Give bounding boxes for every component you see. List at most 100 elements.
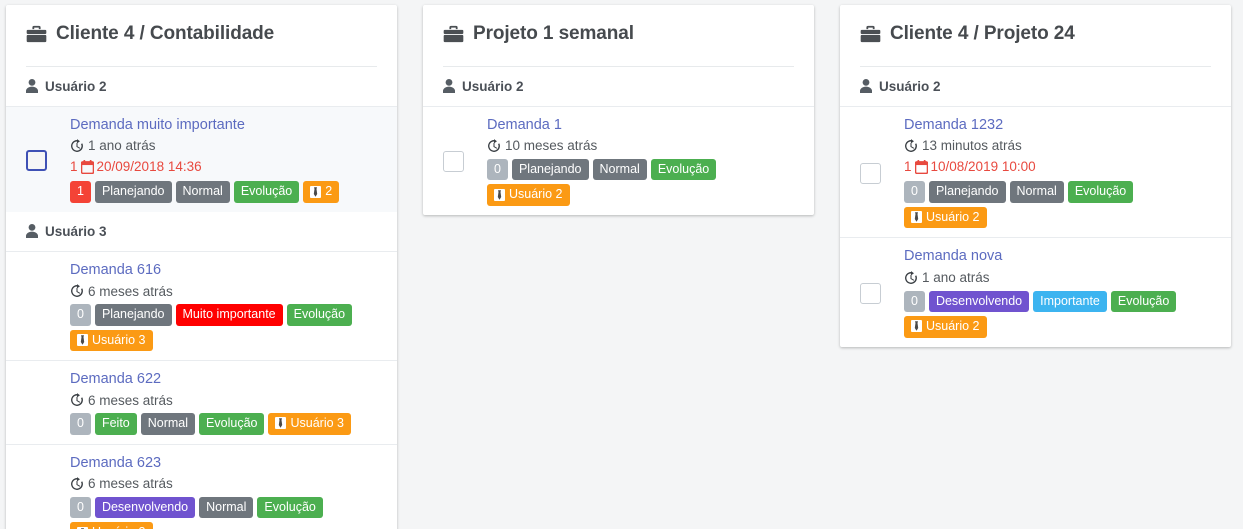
badge[interactable]: 0: [904, 181, 925, 203]
briefcase-icon: [443, 25, 464, 43]
badge-label: Normal: [599, 161, 640, 176]
demand-title-link[interactable]: Demanda 1: [487, 116, 800, 136]
badge[interactable]: Desenvolvendo: [928, 290, 1030, 313]
badge[interactable]: Evolução: [257, 496, 323, 519]
demand-title-link[interactable]: Demanda 1232: [904, 116, 1217, 136]
badge[interactable]: 0: [70, 304, 91, 326]
badge[interactable]: Normal: [140, 413, 196, 435]
tie-icon: [911, 211, 922, 224]
badge[interactable]: 0: [904, 290, 925, 313]
badge[interactable]: 0: [487, 158, 508, 181]
calendar-icon: [80, 159, 94, 174]
badge[interactable]: Normal: [592, 158, 647, 181]
demand-checkbox[interactable]: [26, 149, 47, 171]
badge[interactable]: Usuário 3: [70, 329, 153, 352]
badge-label: 0: [77, 499, 84, 514]
demand-due-date: 10/08/2019 10:00: [930, 158, 1036, 174]
table-row: Demanda 1 10 meses atrás 0 Planejando Normal…: [423, 105, 814, 215]
card-title: Projeto 1 semanal: [473, 23, 634, 44]
demand-title-link[interactable]: Demanda nova: [904, 247, 1217, 267]
card-header: Cliente 4 / Projeto 24: [840, 5, 1231, 66]
user-icon: [26, 79, 38, 94]
table-row: Demanda 623 6 meses atrás 0 Desenvolvendo No…: [6, 443, 397, 529]
user-icon: [26, 224, 38, 239]
demand-body: Demanda 616 6 meses atrás 0 Planejando Muito…: [70, 261, 383, 352]
badge-label: Muito importante: [182, 307, 276, 322]
badge[interactable]: Usuário 3: [268, 413, 351, 435]
badge-label: Planejando: [101, 307, 165, 322]
card-projeto1-semanal: Projeto 1 semanal Usuário 2 Demanda 1 10 me…: [423, 5, 814, 215]
badge[interactable]: Planejando: [928, 181, 1006, 203]
user-icon: [860, 79, 872, 94]
user-group-label: Usuário 2: [45, 78, 107, 94]
demand-title-link[interactable]: Demanda muito importante: [70, 116, 383, 136]
badge[interactable]: Evolução: [1110, 290, 1177, 313]
demand-badges: 1 Planejando Normal Evolução 2: [70, 179, 383, 203]
badge[interactable]: 0: [70, 413, 91, 435]
badge[interactable]: Planejando: [94, 181, 172, 203]
badge[interactable]: Evolução: [199, 413, 265, 435]
badge-label: 0: [494, 161, 501, 176]
demand-checkbox[interactable]: [443, 151, 464, 173]
badge[interactable]: Desenvolvendo: [94, 496, 196, 519]
badge[interactable]: Normal: [199, 496, 254, 519]
demand-body: Demanda 622 6 meses atrás 0 Feito Normal Evol…: [70, 370, 383, 435]
badge-label: Desenvolvendo: [101, 499, 189, 514]
demand-rows: Demanda 1 10 meses atrás 0 Planejando Normal…: [423, 105, 814, 215]
demand-body: Demanda nova 1 ano atrás 0 Desenvolvendo Imp…: [904, 247, 1217, 338]
history-icon: [70, 393, 84, 407]
tie-icon: [310, 185, 322, 198]
badge[interactable]: Usuário 3: [70, 522, 153, 529]
user-group-header: Usuário 3: [6, 212, 397, 251]
badge-label: Planejando: [101, 184, 165, 199]
badge[interactable]: Importante: [1033, 290, 1107, 313]
badge[interactable]: 0: [70, 496, 91, 519]
badge[interactable]: 1: [70, 181, 91, 203]
badge[interactable]: Usuário 2: [904, 206, 987, 229]
badge[interactable]: Evolução: [1067, 181, 1134, 203]
table-row: Demanda 616 6 meses atrás 0 Planejando Muito…: [6, 250, 397, 360]
badge[interactable]: Usuário 2: [904, 316, 987, 338]
badge[interactable]: Normal: [175, 181, 230, 203]
badge[interactable]: Evolução: [233, 181, 300, 203]
history-icon: [70, 284, 84, 298]
demand-checkbox[interactable]: [860, 162, 881, 184]
demand-badges: 0 Feito Normal Evolução Usuário 3: [70, 411, 383, 435]
history-icon: [904, 271, 918, 285]
badge[interactable]: Planejando: [94, 304, 172, 326]
badge[interactable]: Evolução: [650, 158, 717, 181]
badge-label: 0: [77, 307, 84, 322]
demand-badges: 0 Planejando Normal Evolução Usuário 2: [487, 157, 800, 206]
badge-label: Evolução: [1074, 184, 1127, 199]
checkbox-cell: [26, 401, 70, 403]
demand-age-text: 1 ano atrás: [922, 270, 990, 286]
demand-due-count: 1: [70, 158, 78, 174]
badge[interactable]: Planejando: [511, 158, 589, 181]
tie-icon: [911, 320, 922, 333]
badge[interactable]: Normal: [1009, 181, 1064, 203]
history-icon: [487, 139, 501, 153]
card-header: Projeto 1 semanal: [423, 5, 814, 66]
demand-title-link[interactable]: Demanda 623: [70, 454, 383, 474]
badge-label: Feito: [101, 416, 130, 431]
badge[interactable]: 2: [303, 181, 340, 203]
badge[interactable]: Evolução: [286, 304, 353, 326]
demand-due: 1 10/08/2019 10:00: [904, 157, 1217, 177]
badge-label: Usuário 2: [926, 319, 980, 334]
badge-label: Normal: [1016, 184, 1057, 199]
demand-rows: Demanda 1232 13 minutos atrás 1 10/08/2019 …: [840, 105, 1231, 347]
tie-icon: [77, 333, 88, 346]
history-icon: [70, 139, 84, 153]
badge-label: Normal: [206, 499, 247, 514]
badge[interactable]: Feito: [94, 413, 137, 435]
demand-title-link[interactable]: Demanda 622: [70, 370, 383, 390]
demand-checkbox[interactable]: [860, 283, 881, 305]
badge-label: Evolução: [240, 184, 293, 199]
demand-age-text: 6 meses atrás: [88, 476, 173, 492]
demand-title-link[interactable]: Demanda 616: [70, 261, 383, 281]
demand-badges: 0 Planejando Muito importante Evolução Usuár…: [70, 302, 383, 352]
badge[interactable]: Usuário 2: [487, 184, 570, 206]
demand-age: 10 meses atrás: [487, 136, 800, 156]
demand-age-text: 6 meses atrás: [88, 392, 173, 408]
badge[interactable]: Muito importante: [175, 304, 283, 326]
